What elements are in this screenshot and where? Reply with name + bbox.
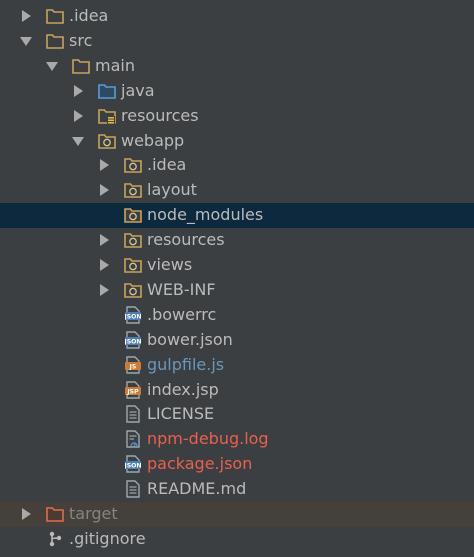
tree-item-label: LICENSE bbox=[147, 404, 215, 424]
tree-folder-row[interactable]: layout bbox=[0, 178, 474, 203]
resources-folder-icon bbox=[98, 107, 116, 125]
tree-folder-row[interactable]: src bbox=[0, 29, 474, 54]
tree-file-row[interactable]: npm-debug.log bbox=[0, 427, 474, 452]
tree-folder-row[interactable]: .idea bbox=[0, 153, 474, 178]
tree-file-row[interactable]: JS gulpfile.js bbox=[0, 353, 474, 378]
tree-file-row[interactable]: JSON package.json bbox=[0, 452, 474, 477]
tree-folder-row[interactable]: node_modules bbox=[0, 203, 474, 229]
log-file-icon bbox=[124, 430, 142, 448]
chevron-down-icon[interactable] bbox=[46, 60, 58, 72]
web-folder-icon bbox=[124, 206, 142, 224]
tree-item-label: src bbox=[69, 30, 93, 50]
chevron-right-icon[interactable] bbox=[98, 184, 110, 197]
tree-item-label: .bowerrc bbox=[147, 304, 217, 324]
folder-icon bbox=[72, 57, 90, 75]
tree-item-label: webapp bbox=[121, 130, 185, 150]
tree-file-row[interactable]: JSON bower.json bbox=[0, 328, 474, 353]
svg-text:JSON: JSON bbox=[125, 463, 141, 470]
chevron-right-icon[interactable] bbox=[20, 508, 32, 520]
json-file-icon: JSON bbox=[124, 455, 142, 473]
tree-item-label: index.jsp bbox=[147, 379, 219, 399]
web-folder-icon bbox=[124, 156, 142, 174]
text-file-icon bbox=[124, 405, 142, 424]
web-folder-icon bbox=[124, 231, 142, 249]
tree-folder-row[interactable]: .idea bbox=[0, 4, 474, 29]
svg-text:JSON: JSON bbox=[125, 338, 141, 345]
web-folder-icon bbox=[124, 256, 142, 274]
web-folder-icon bbox=[98, 132, 116, 150]
tree-item-label: .idea bbox=[69, 6, 109, 25]
tree-folder-row[interactable]: resources bbox=[0, 104, 474, 129]
tree-folder-row[interactable]: views bbox=[0, 253, 474, 278]
web-folder-icon bbox=[124, 281, 142, 299]
chevron-right-icon[interactable] bbox=[98, 283, 110, 296]
project-tree: .idea src main java resources webapp .idea layo… bbox=[0, 0, 474, 557]
svg-text:JSON: JSON bbox=[125, 313, 141, 320]
source-folder-icon bbox=[98, 82, 116, 100]
tree-item-label: main bbox=[95, 55, 135, 75]
tree-item-label: resources bbox=[147, 230, 225, 250]
tree-item-label: java bbox=[121, 80, 155, 100]
tree-folder-row[interactable]: webapp bbox=[0, 129, 474, 154]
tree-item-label: target bbox=[69, 504, 118, 523]
text-file-icon bbox=[124, 480, 142, 498]
json-file-icon: JSON bbox=[124, 306, 142, 324]
tree-folder-row[interactable]: main bbox=[0, 54, 474, 79]
chevron-right-icon[interactable] bbox=[98, 159, 110, 172]
git-file-icon bbox=[46, 530, 64, 548]
tree-file-row[interactable]: .gitignore bbox=[0, 527, 474, 552]
tree-item-label: resources bbox=[121, 105, 199, 125]
tree-item-label: gulpfile.js bbox=[147, 354, 225, 374]
svg-text:JS: JS bbox=[129, 363, 137, 370]
excluded-folder-icon bbox=[46, 505, 64, 523]
tree-item-label: bower.json bbox=[147, 329, 233, 349]
folder-icon bbox=[46, 7, 64, 25]
jsp-file-icon: JSP bbox=[124, 380, 142, 399]
web-folder-icon bbox=[124, 181, 142, 199]
tree-item-label: WEB-INF bbox=[147, 279, 216, 299]
tree-item-label: .idea bbox=[147, 155, 187, 175]
tree-file-row[interactable]: JSON .bowerrc bbox=[0, 303, 474, 328]
tree-item-label: views bbox=[147, 255, 193, 274]
tree-file-row[interactable]: LICENSE bbox=[0, 402, 474, 427]
tree-folder-row[interactable]: java bbox=[0, 79, 474, 104]
tree-folder-row[interactable]: target bbox=[0, 502, 474, 527]
json-file-icon: JSON bbox=[124, 330, 142, 349]
js-file-icon: JS bbox=[124, 355, 142, 374]
tree-item-label: npm-debug.log bbox=[147, 429, 269, 449]
tree-item-label: README.md bbox=[147, 479, 247, 499]
tree-file-row[interactable]: README.md bbox=[0, 477, 474, 502]
svg-text:JSP: JSP bbox=[126, 388, 139, 395]
tree-file-row[interactable]: JSP index.jsp bbox=[0, 378, 474, 403]
tree-folder-row[interactable]: resources bbox=[0, 228, 474, 253]
chevron-down-icon[interactable] bbox=[72, 135, 84, 147]
tree-folder-row[interactable]: WEB-INF bbox=[0, 278, 474, 303]
chevron-right-icon[interactable] bbox=[20, 10, 32, 22]
chevron-right-icon[interactable] bbox=[98, 234, 110, 247]
tree-item-label: node_modules bbox=[147, 205, 264, 225]
chevron-down-icon[interactable] bbox=[20, 35, 32, 47]
tree-item-label: .gitignore bbox=[69, 528, 146, 548]
tree-item-label: layout bbox=[147, 180, 197, 200]
folder-icon bbox=[46, 32, 64, 50]
chevron-right-icon[interactable] bbox=[98, 259, 110, 271]
chevron-right-icon[interactable] bbox=[72, 109, 84, 122]
chevron-right-icon[interactable] bbox=[72, 84, 84, 97]
tree-item-label: package.json bbox=[147, 454, 253, 474]
